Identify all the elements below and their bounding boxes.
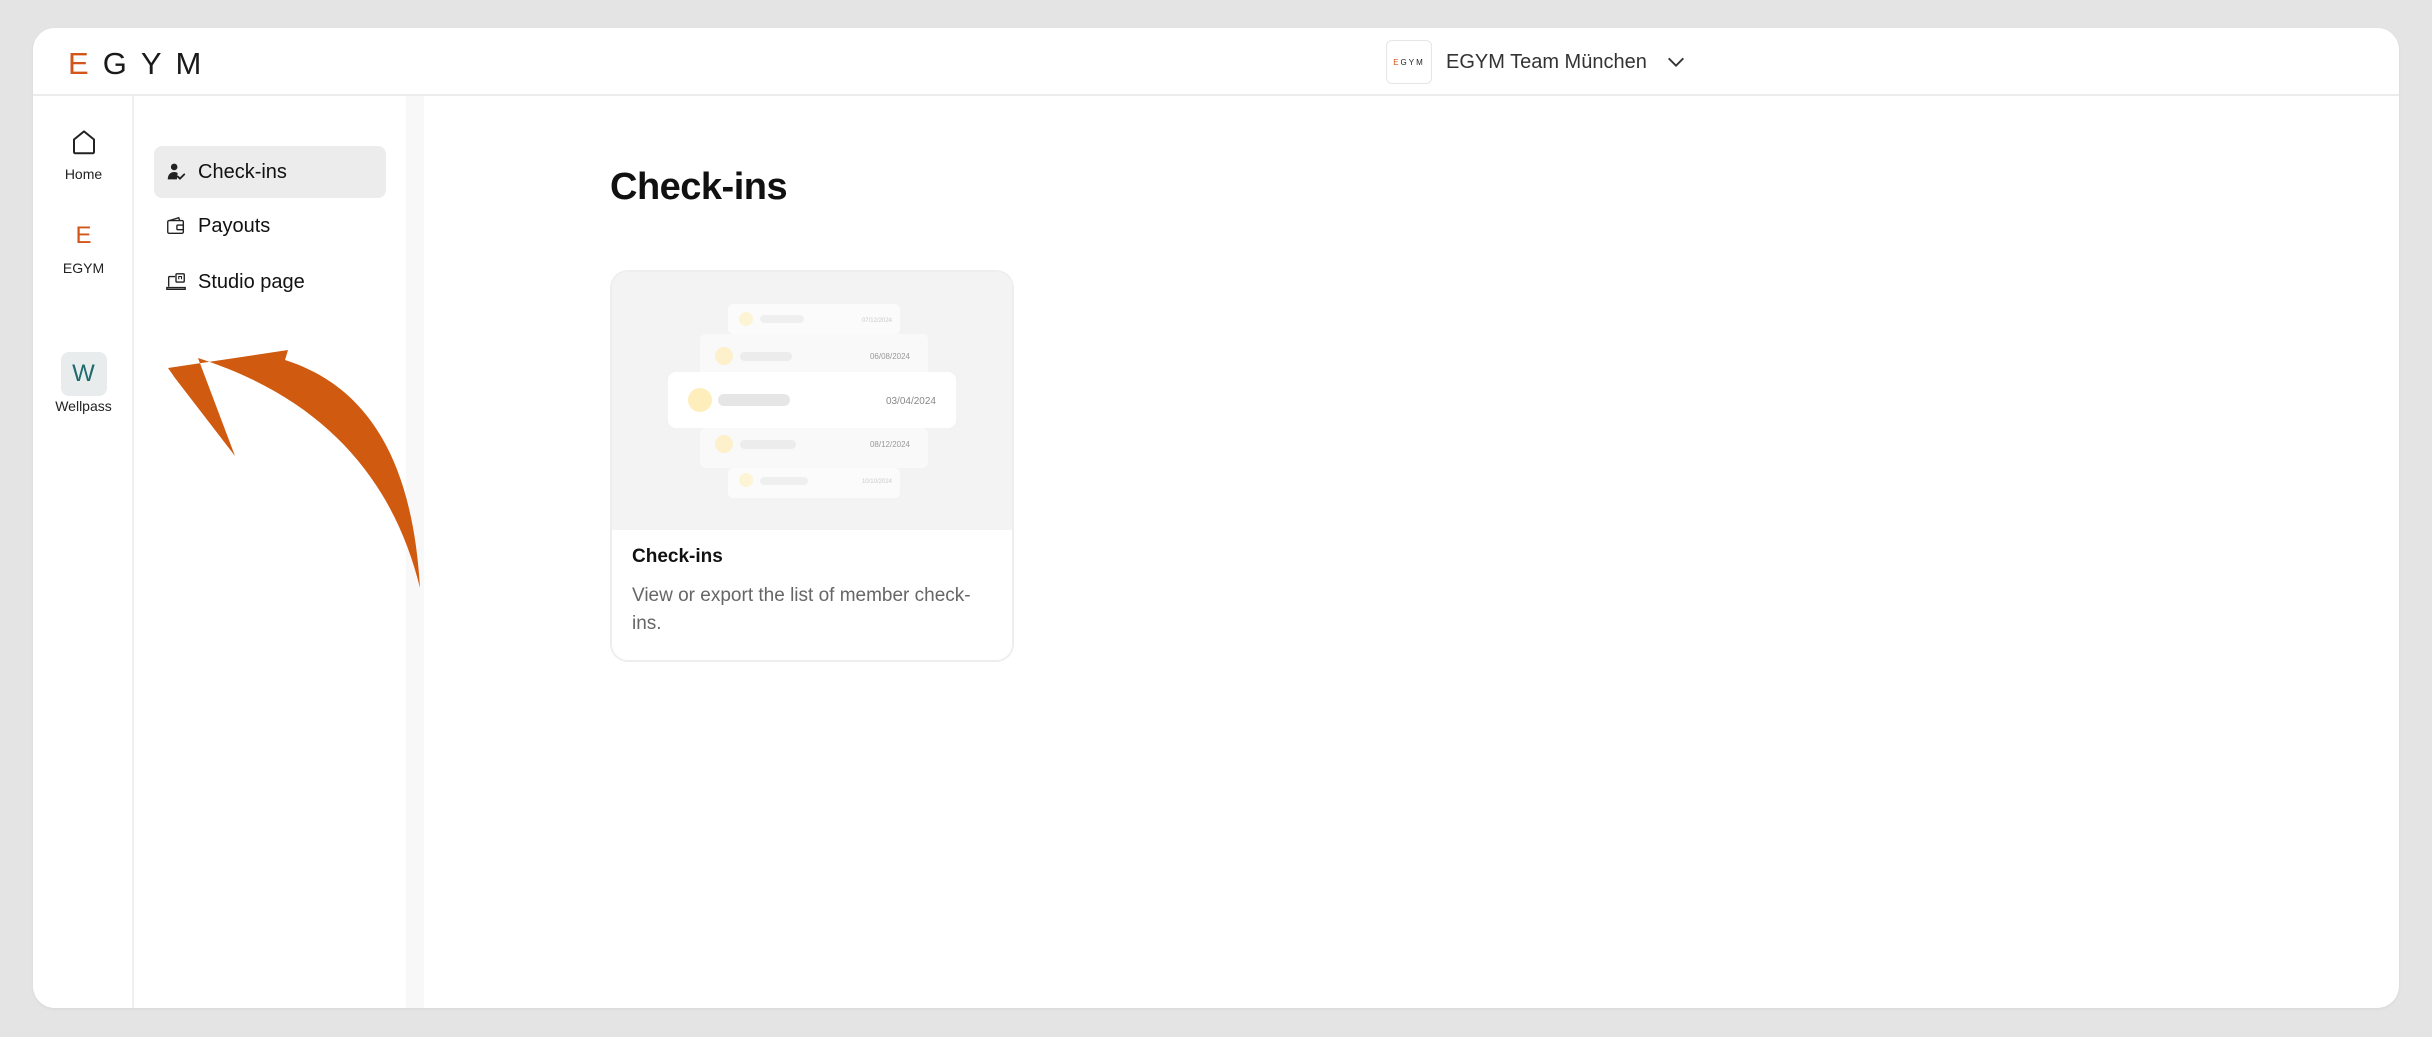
nav-item-payouts[interactable]: Payouts: [154, 200, 386, 252]
studio-icon: [164, 270, 188, 294]
egym-icon: E: [61, 214, 107, 258]
illustration-date: 06/08/2024: [870, 352, 911, 361]
illustration-bar: [740, 352, 792, 361]
logo-letter: M: [175, 46, 216, 81]
rail-item-egym[interactable]: E EGYM: [33, 214, 134, 276]
app-window: E G Y M E GYM EGYM Team München Home E E…: [33, 28, 2399, 1008]
nav-item-check-ins[interactable]: Check-ins: [154, 146, 386, 198]
card-description: View or export the list of member check-…: [632, 585, 971, 634]
illustration-date: 10/10/2024: [862, 479, 893, 485]
top-bar: E G Y M E GYM EGYM Team München: [33, 28, 2399, 96]
card-title: Check-ins: [632, 546, 723, 567]
wellpass-icon-letter: W: [72, 360, 95, 387]
check-in-icon: [164, 160, 188, 184]
illustration-dot: [688, 388, 712, 412]
illustration-bar: [760, 477, 808, 485]
check-ins-list-illustration: 07/12/2024 06/08/2024 03/04/2024 08/12/2…: [668, 304, 956, 498]
nav-label: Payouts: [198, 214, 271, 237]
illustration-dot: [739, 312, 753, 326]
illustration-dot: [715, 347, 733, 365]
rail-label: Home: [64, 166, 103, 182]
organization-name: EGYM Team München: [1446, 50, 1647, 73]
egym-icon-letter: E: [75, 222, 92, 249]
egym-logo[interactable]: E G Y M: [68, 46, 215, 82]
org-logo-accent: E: [1393, 57, 1401, 67]
organization-logo: E GYM: [1386, 40, 1432, 84]
logo-letter: E: [68, 46, 103, 81]
illustration-date: 08/12/2024: [870, 440, 911, 449]
illustration-date: 07/12/2024: [862, 318, 893, 324]
illustration-dot: [739, 473, 753, 487]
check-ins-illustration: 07/12/2024 06/08/2024 03/04/2024 08/12/2…: [612, 272, 1012, 530]
wallet-icon: [164, 214, 188, 238]
illustration-bar: [740, 440, 796, 449]
chevron-down-icon[interactable]: [1665, 51, 1687, 73]
wellpass-icon: W: [60, 352, 107, 396]
rail-label: Wellpass: [55, 398, 112, 414]
organization-switcher[interactable]: E GYM EGYM Team München: [1386, 40, 1687, 84]
navigation-divider: [406, 96, 424, 1008]
nav-item-studio-page[interactable]: Studio page: [154, 256, 386, 308]
rail-item-wellpass[interactable]: W Wellpass: [33, 352, 134, 414]
illustration-date: 03/04/2024: [886, 396, 936, 407]
org-logo-text: GYM: [1400, 57, 1425, 67]
illustration-bar: [760, 315, 804, 323]
nav-label: Studio page: [198, 270, 305, 293]
section-navigation: Check-ins Payouts Studio page: [136, 96, 406, 1008]
illustration-dot: [715, 435, 733, 453]
nav-label: Check-ins: [198, 160, 287, 183]
rail-label: EGYM: [62, 260, 105, 276]
logo-letter: G: [102, 46, 141, 81]
illustration-bar: [718, 394, 790, 406]
main-content: Check-ins 07/12/2024 06/08/2024 03/04/20…: [424, 96, 2399, 1008]
home-icon: [61, 120, 107, 164]
rail-item-home[interactable]: Home: [33, 120, 134, 182]
app-rail: Home E EGYM W Wellpass: [33, 96, 134, 1008]
check-ins-card[interactable]: 07/12/2024 06/08/2024 03/04/2024 08/12/2…: [610, 270, 1014, 662]
logo-letter: Y: [140, 46, 176, 81]
page-title: Check-ins: [610, 166, 788, 208]
